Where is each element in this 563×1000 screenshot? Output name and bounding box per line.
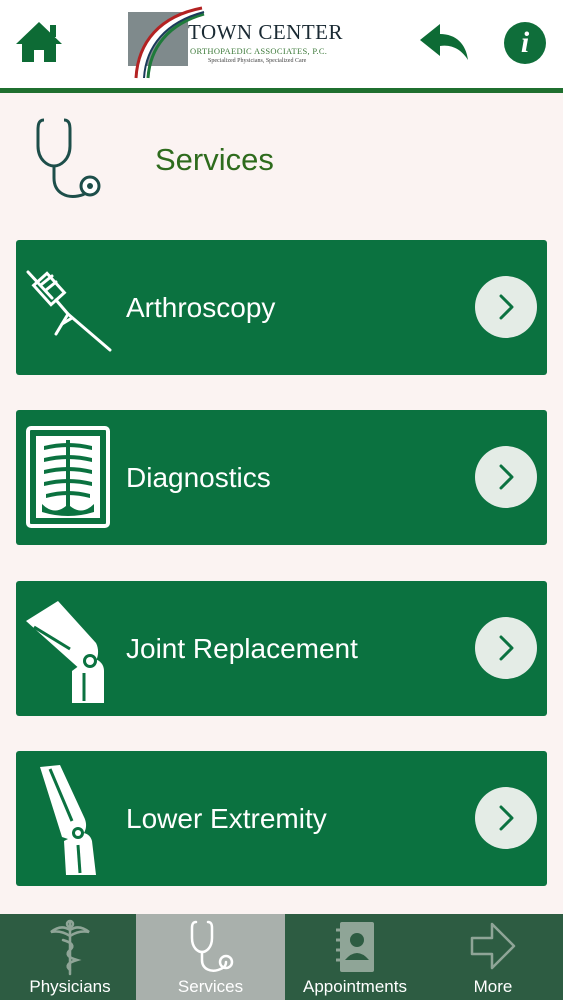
logo-tagline: Specialized Physicians, Specialized Care: [208, 58, 307, 64]
town-center-logo: TOWN CENTER ORTHOPAEDIC ASSOCIATES, P.C.…: [126, 6, 356, 80]
knee-joint-icon: [26, 601, 104, 703]
tab-services[interactable]: Services: [136, 914, 285, 1000]
stethoscope-icon: [36, 118, 101, 198]
service-card-diagnostics[interactable]: Diagnostics: [16, 410, 547, 545]
chevron-right-icon[interactable]: [475, 276, 537, 338]
service-label: Joint Replacement: [126, 633, 358, 664]
caduceus-icon: [50, 919, 90, 976]
tab-label: Services: [177, 977, 244, 996]
service-card-arthroscopy[interactable]: Arthroscopy: [16, 240, 547, 375]
info-glyph: i: [520, 26, 530, 59]
arrow-right-icon: [470, 922, 516, 970]
logo-title: TOWN CENTER: [188, 20, 344, 44]
tab-label: Appointments: [303, 977, 407, 996]
tab-bar: Physicians Services Appointments More: [0, 914, 563, 1000]
service-label: Lower Extremity: [126, 803, 327, 834]
stethoscope-icon: [190, 920, 234, 972]
service-card-lower-extremity[interactable]: Lower Extremity: [16, 751, 547, 886]
chevron-right-icon[interactable]: [475, 787, 537, 849]
xray-icon: [26, 426, 110, 528]
info-icon[interactable]: i: [504, 22, 546, 64]
tab-label: Physicians: [29, 977, 111, 996]
service-card-joint-replacement[interactable]: Joint Replacement: [16, 581, 547, 716]
page-title: Services: [155, 142, 274, 177]
service-label: Arthroscopy: [126, 292, 276, 323]
home-icon[interactable]: [14, 20, 64, 64]
chevron-right-icon[interactable]: [475, 617, 537, 679]
back-arrow-icon[interactable]: [418, 22, 470, 62]
chevron-right-icon[interactable]: [475, 446, 537, 508]
tab-more[interactable]: More: [423, 914, 563, 1000]
tab-appointments[interactable]: Appointments: [285, 914, 425, 1000]
tab-physicians[interactable]: Physicians: [0, 914, 140, 1000]
service-label: Diagnostics: [126, 462, 271, 493]
leg-icon: [40, 765, 96, 875]
tab-label: More: [473, 977, 513, 996]
logo-subtitle: ORTHOPAEDIC ASSOCIATES, P.C.: [190, 46, 328, 56]
top-bar: TOWN CENTER ORTHOPAEDIC ASSOCIATES, P.C.…: [0, 0, 563, 88]
arthroscope-icon: [26, 270, 112, 352]
header-divider: [0, 88, 563, 93]
address-book-icon: [336, 922, 374, 972]
